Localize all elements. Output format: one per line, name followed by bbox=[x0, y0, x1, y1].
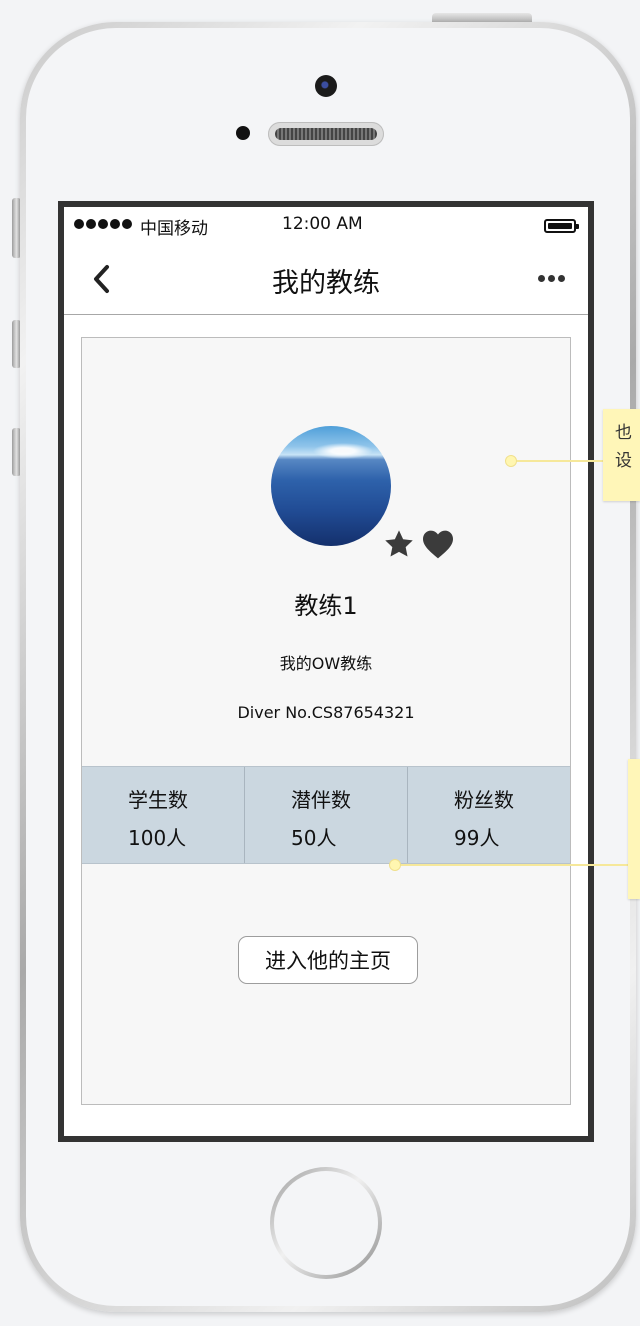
stat-label: 粉丝数 bbox=[454, 788, 514, 812]
home-button[interactable] bbox=[270, 1167, 382, 1279]
annotation-dot bbox=[389, 859, 401, 871]
phone-screen: 中国移动 12:00 AM 我的教练 教练1 我的OW教练 Diver No.C… bbox=[58, 201, 594, 1142]
diver-number: Diver No.CS87654321 bbox=[237, 703, 415, 722]
avatar bbox=[271, 426, 391, 546]
annotation-connector bbox=[511, 460, 603, 462]
signal-strength-icon bbox=[74, 219, 134, 231]
carrier-name: 中国移动 bbox=[140, 219, 208, 239]
navigation-bar: 我的教练 bbox=[64, 243, 588, 315]
front-camera bbox=[315, 75, 337, 97]
star-icon[interactable] bbox=[383, 528, 415, 560]
proximity-sensor bbox=[236, 126, 250, 140]
annotation-note bbox=[628, 759, 640, 899]
battery-icon bbox=[544, 219, 579, 233]
stat-students[interactable]: 学生数 100人 bbox=[82, 767, 245, 863]
annotation-note: 也 设 bbox=[603, 409, 640, 501]
stat-buddies[interactable]: 潜伴数 50人 bbox=[245, 767, 408, 863]
enter-homepage-button[interactable]: 进入他的主页 bbox=[238, 936, 418, 984]
stat-value: 100人 bbox=[128, 826, 187, 850]
stat-fans[interactable]: 粉丝数 99人 bbox=[408, 767, 570, 863]
stat-value: 99人 bbox=[454, 826, 500, 850]
annotation-dot bbox=[505, 455, 517, 467]
heart-icon[interactable] bbox=[421, 529, 455, 559]
page-title: 我的教练 bbox=[272, 268, 380, 299]
coach-description: 我的OW教练 bbox=[279, 654, 373, 673]
stat-label: 潜伴数 bbox=[291, 788, 351, 812]
coach-name: 教练1 bbox=[294, 592, 358, 620]
stat-value: 50人 bbox=[291, 826, 337, 850]
stats-bar: 学生数 100人 潜伴数 50人 粉丝数 99人 bbox=[82, 766, 570, 864]
earpiece-speaker bbox=[268, 122, 384, 146]
coach-card: 教练1 我的OW教练 Diver No.CS87654321 学生数 100人 … bbox=[81, 337, 571, 1105]
status-time: 12:00 AM bbox=[282, 214, 363, 234]
ellipsis-icon[interactable] bbox=[538, 271, 568, 285]
stat-label: 学生数 bbox=[128, 788, 188, 812]
annotation-connector bbox=[395, 864, 628, 866]
status-bar: 中国移动 12:00 AM bbox=[64, 207, 588, 243]
